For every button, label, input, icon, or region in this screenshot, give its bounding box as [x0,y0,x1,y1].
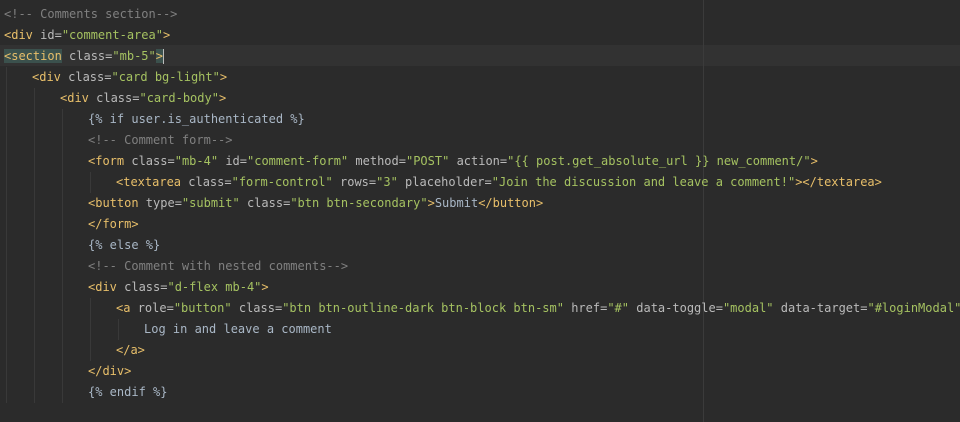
code-line[interactable]: <!-- Comment form--> [0,130,960,151]
code-lines[interactable]: <!-- Comments section--> <div id="comment… [0,4,960,422]
code-token: action= [456,154,508,168]
code-token: "button" [173,301,232,315]
code-token: class= [124,280,168,294]
code-token: "comment-form" [247,154,349,168]
code-line[interactable] [0,403,960,422]
code-token: <div [32,70,69,84]
code-token: "form-control" [231,175,333,189]
code-line[interactable]: <div class="card bg-light"> [0,67,960,88]
code-token: method= [355,154,406,168]
code-line[interactable]: <!-- Comment with nested comments--> [0,256,960,277]
code-line[interactable]: {% endif %} [0,382,960,403]
code-token: id= [40,28,62,42]
code-token: class= [96,91,140,105]
code-token: > [427,196,435,210]
code-token: <textarea [116,175,189,189]
code-token: "comment-area" [61,28,163,42]
code-line[interactable]: <a role="button" class="btn btn-outline-… [0,298,960,319]
code-token: rows= [340,175,377,189]
code-token: "{{ post.get_absolute_url }} new_comment… [507,154,811,168]
code-line[interactable]: <div class="card-body"> [0,88,960,109]
code-token: class= [238,301,283,315]
code-token: > [218,91,227,105]
code-token: "mb-4" [174,154,219,168]
code-token: > [162,28,171,42]
code-token: <!-- Comments section--> [4,7,178,21]
code-line[interactable]: <form class="mb-4" id="comment-form" met… [0,151,960,172]
code-token: > [219,70,228,84]
code-token: "card-body" [139,91,219,105]
code-token: Submit [434,196,479,210]
code-token: "POST" [405,154,450,168]
code-token: {% else %} [88,238,161,252]
code-token: Log in and leave a comment [144,322,332,336]
code-token: type= [145,196,182,210]
code-line[interactable]: </form> [0,214,960,235]
code-token: <button [88,196,146,210]
code-token: <div [4,28,41,42]
code-line[interactable]: <button type="submit" class="btn btn-sec… [0,193,960,214]
code-token: <!-- Comment form--> [88,133,233,147]
code-token: "card bg-light" [111,70,220,84]
code-token: > [155,49,163,63]
code-line[interactable]: {% else %} [0,235,960,256]
code-token: <a [116,301,138,315]
code-token: <form [88,154,132,168]
code-token: "btn btn-outline-dark btn-block btn-sm" [282,301,564,315]
code-line[interactable]: {% if user.is_authenticated %} [0,109,960,130]
code-token: placeholder= [405,175,492,189]
code-line[interactable]: <!-- Comments section--> [0,4,960,25]
code-line[interactable]: <div id="comment-area"> [0,25,960,46]
code-token: </button> [478,196,544,210]
code-token: class= [188,175,232,189]
code-token: "Join the discussion and leave a comment… [491,175,796,189]
code-token: "#" [607,301,630,315]
code-token: "mb-5" [112,49,156,63]
code-token: "d-flex mb-4" [167,280,262,294]
code-line[interactable]: Log in and leave a comment [0,319,960,340]
code-token: <div [60,91,97,105]
code-editor[interactable]: <!-- Comments section--> <div id="comment… [0,0,960,422]
code-token: "btn btn-secondary" [290,196,428,210]
code-line[interactable]: <textarea class="form-control" rows="3" … [0,172,960,193]
code-token: class= [246,196,291,210]
code-token: class= [69,49,113,63]
code-token: > [810,154,818,168]
code-line[interactable]: <div class="d-flex mb-4"> [0,277,960,298]
code-line[interactable]: </div> [0,361,960,382]
code-token: <!-- Comment with nested comments--> [88,259,349,273]
code-token: {% endif %} [88,385,168,399]
code-token: class= [131,154,175,168]
code-line[interactable]: <section class="mb-5"> [0,46,960,67]
code-token: class= [68,70,112,84]
code-token: id= [225,154,247,168]
code-token: </div> [88,364,132,378]
code-token: "modal" [722,301,774,315]
code-token: role= [137,301,174,315]
code-token: <section [4,49,62,63]
text-caret [162,49,164,64]
code-token: href= [571,301,608,315]
code-token: <div [88,280,125,294]
code-token: > [261,280,269,294]
code-token: data-target= [780,301,868,315]
code-token: "#loginModal" [867,301,960,315]
code-token: </form> [88,217,139,231]
code-token: "3" [376,175,398,189]
code-token: data-toggle= [636,301,723,315]
code-token: </a> [116,343,145,357]
code-token: ></textarea> [795,175,882,189]
code-token: "submit" [181,196,240,210]
code-line[interactable]: </a> [0,340,960,361]
code-token: {% if user.is_authenticated %} [88,112,305,126]
